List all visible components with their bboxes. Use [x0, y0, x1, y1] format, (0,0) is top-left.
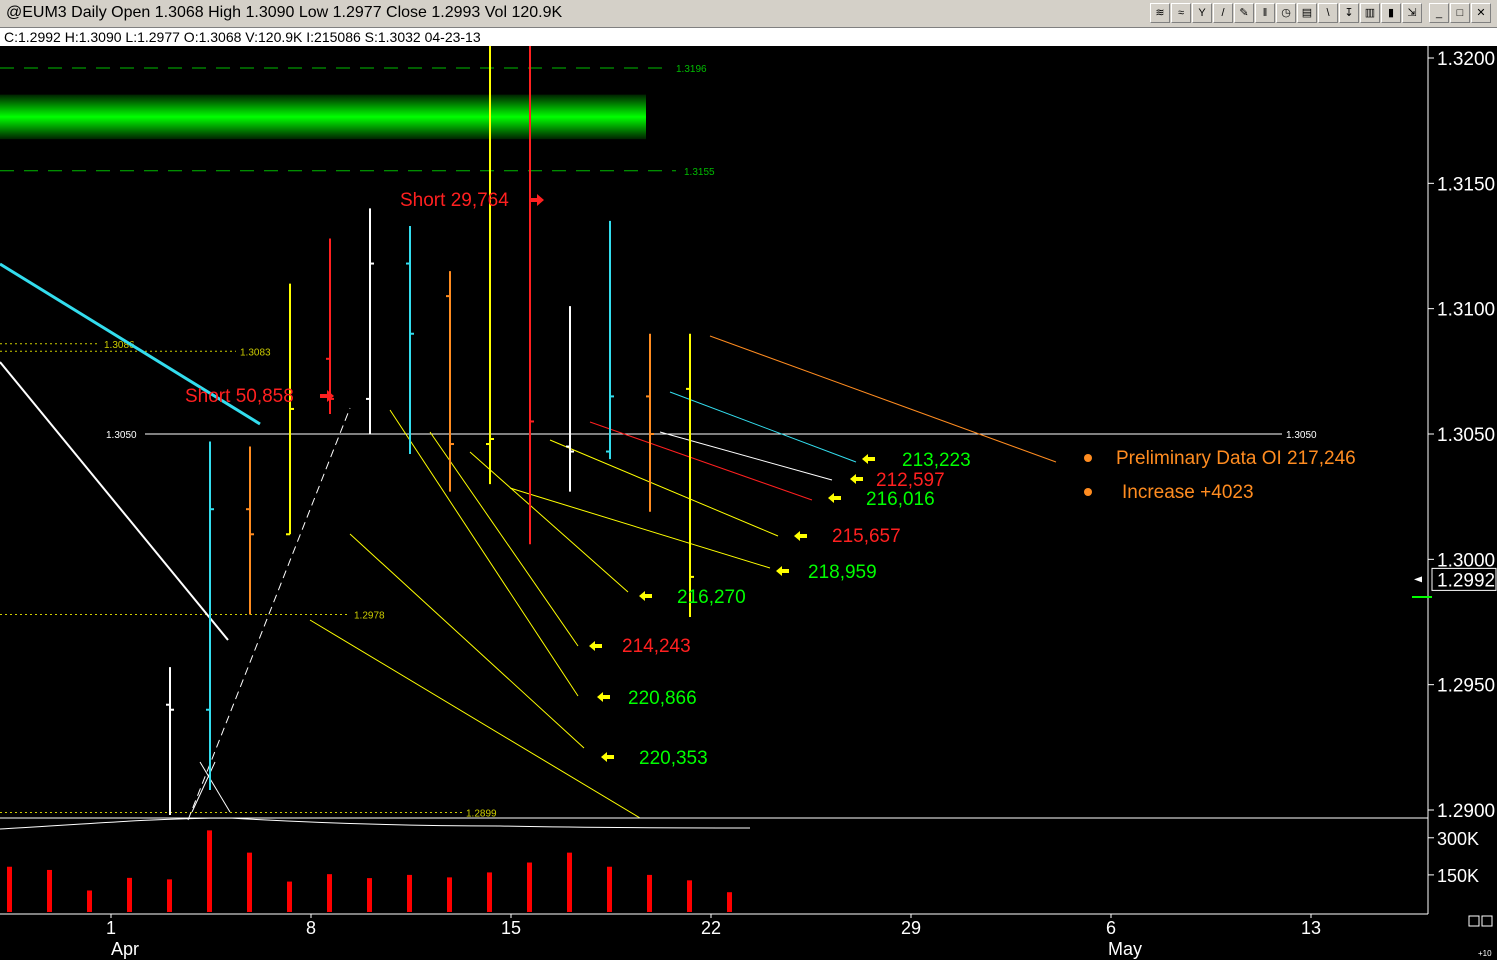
short-annotation: Short 50,858	[185, 386, 294, 407]
toolbar: ≋ ≈ Y / ✎ ‖ ◷ ▤ \ ↧ ▥ ▮ ⇲ _ □ ✕	[1150, 3, 1491, 23]
oi-label: 213,223	[902, 450, 971, 471]
candle-icon[interactable]: ‖	[1255, 3, 1275, 23]
date-tick-label: 8	[306, 918, 316, 938]
short-annotation: Short 29,764	[400, 190, 509, 211]
plot-background	[0, 46, 1497, 960]
volume-bar	[7, 866, 12, 912]
minimize-icon[interactable]: _	[1429, 3, 1449, 23]
volume-bar	[207, 830, 212, 912]
price-tick-label: 1.3150	[1437, 174, 1495, 195]
volume-bar	[687, 880, 692, 912]
volume-tick-label: 150K	[1437, 866, 1479, 886]
chart-style-icon[interactable]: ≋	[1150, 3, 1170, 23]
date-tick-label: 13	[1301, 918, 1321, 938]
oi-label: 220,353	[639, 748, 708, 769]
arrow-tool-icon[interactable]: ↧	[1339, 3, 1359, 23]
date-tick-label: 22	[701, 918, 721, 938]
cursor-icon[interactable]: ⇲	[1402, 3, 1422, 23]
trash-icon[interactable]: ▮	[1381, 3, 1401, 23]
volume-bar	[367, 878, 372, 912]
info-bar: C:1.2992 H:1.3090 L:1.2977 O:1.3068 V:12…	[0, 28, 1497, 46]
volume-bar	[87, 890, 92, 912]
volume-bar	[47, 869, 52, 912]
level-label-left-1-3050: 1.3050	[106, 430, 137, 441]
chart-title: @EUM3 Daily Open 1.3068 High 1.3090 Low …	[6, 4, 563, 21]
volume-bar	[527, 862, 532, 912]
date-tick-label: 15	[501, 918, 521, 938]
date-tick-label: 6	[1106, 918, 1116, 938]
volume-bar	[407, 874, 412, 912]
volume-bar	[567, 852, 572, 912]
restore-icon[interactable]: □	[1450, 3, 1470, 23]
date-tick-label: 29	[901, 918, 921, 938]
oi-label: 212,597	[876, 470, 945, 491]
date-tick-label: 1	[106, 918, 116, 938]
month-label: May	[1108, 939, 1142, 959]
oi-label: 216,016	[866, 489, 935, 510]
price-chart[interactable]: 1.31961.31551.30861.30831.30501.30501.29…	[0, 46, 1497, 960]
level-label-1-3083: 1.3083	[240, 347, 271, 358]
last-price-label: 1.2992	[1437, 570, 1495, 591]
volume-bar	[127, 877, 132, 912]
volume-bar	[287, 881, 292, 912]
bars-icon[interactable]: ▥	[1360, 3, 1380, 23]
volume-bar	[327, 874, 332, 912]
price-tick-label: 1.2950	[1437, 676, 1495, 697]
volume-bar	[727, 892, 732, 912]
volume-bar	[487, 872, 492, 912]
volume-bar	[647, 874, 652, 912]
resistance-zone-band	[0, 94, 646, 140]
price-tick-label: 1.3100	[1437, 300, 1495, 321]
oi-label: 214,243	[622, 636, 691, 657]
filter-icon[interactable]: Y	[1192, 3, 1212, 23]
oi-label: 218,959	[808, 562, 877, 583]
volume-bar	[607, 866, 612, 912]
volume-bar	[247, 852, 252, 912]
scroll-offset-label: +10	[1478, 949, 1492, 958]
level-label-1-2978: 1.2978	[354, 610, 385, 621]
month-label: Apr	[111, 939, 139, 959]
level-label-1-3196: 1.3196	[676, 64, 707, 75]
page-icon[interactable]: ▤	[1297, 3, 1317, 23]
indicator-icon[interactable]: ≈	[1171, 3, 1191, 23]
oi-label: 216,270	[677, 587, 746, 608]
clock-icon[interactable]: ◷	[1276, 3, 1296, 23]
price-tick-label: 1.3050	[1437, 425, 1495, 446]
orange-bullet-icon	[1084, 488, 1092, 496]
oi-label: 220,866	[628, 688, 697, 709]
level-label-1-3050: 1.3050	[1286, 430, 1317, 441]
close-icon[interactable]: ✕	[1471, 3, 1491, 23]
line-tool-icon[interactable]: \	[1318, 3, 1338, 23]
prelim-note: Increase +4023	[1122, 482, 1254, 503]
volume-bar	[447, 877, 452, 912]
title-bar: @EUM3 Daily Open 1.3068 High 1.3090 Low …	[0, 0, 1497, 28]
volume-bar	[167, 879, 172, 912]
level-label-1-3155: 1.3155	[684, 167, 715, 178]
volume-tick-label: 300K	[1437, 829, 1479, 849]
price-tick-label: 1.3200	[1437, 49, 1495, 70]
pencil-icon[interactable]: ✎	[1234, 3, 1254, 23]
orange-bullet-icon	[1084, 454, 1092, 462]
oi-label: 215,657	[832, 526, 901, 547]
quote-readout: C:1.2992 H:1.3090 L:1.2977 O:1.3068 V:12…	[4, 29, 481, 45]
prelim-note: Preliminary Data OI 217,246	[1116, 448, 1356, 469]
draw-icon[interactable]: /	[1213, 3, 1233, 23]
price-tick-label: 1.2900	[1437, 801, 1495, 822]
